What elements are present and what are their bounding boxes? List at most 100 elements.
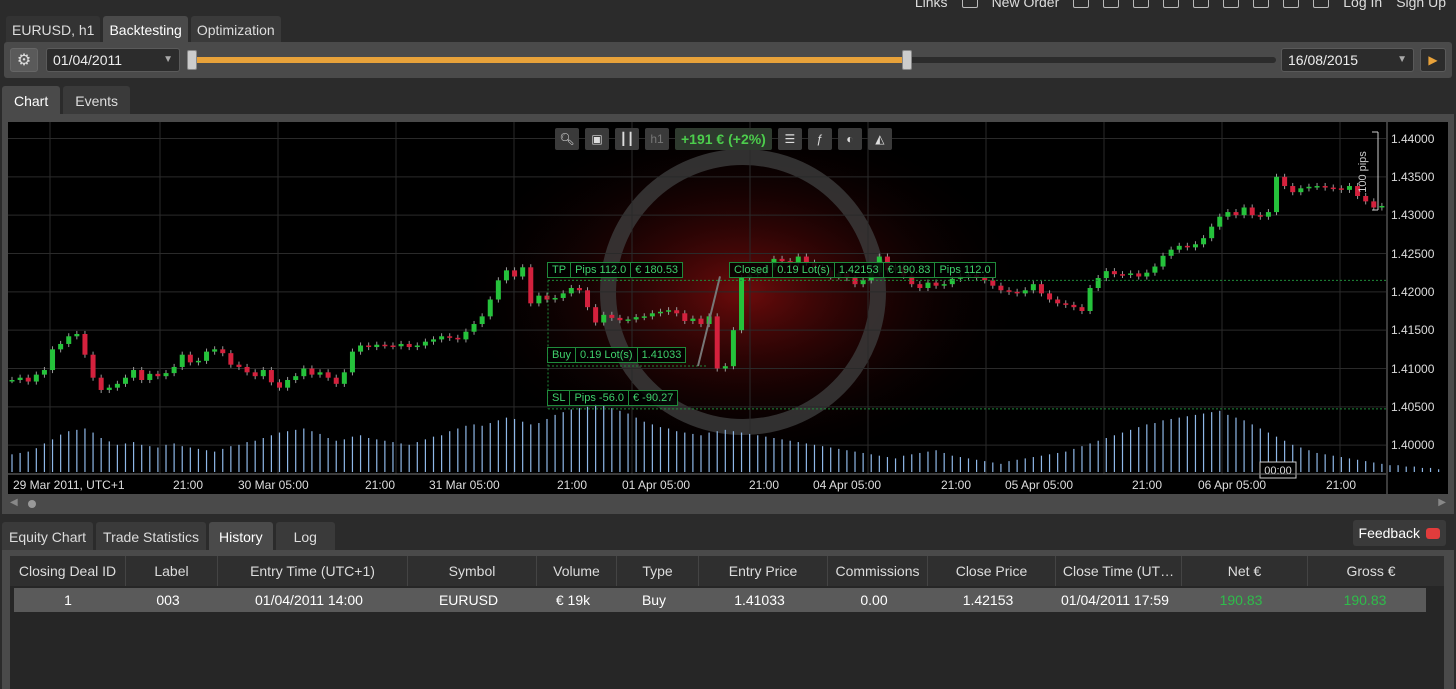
play-button[interactable]: ▶: [1420, 48, 1446, 72]
column-header[interactable]: Gross €: [1308, 556, 1434, 586]
candle-body: [455, 337, 461, 340]
column-header[interactable]: Entry Price: [699, 556, 828, 586]
candle-body: [1363, 196, 1369, 202]
candles-icon[interactable]: ┃┃: [615, 128, 639, 150]
toolbar-icon-8[interactable]: [1283, 0, 1300, 8]
column-header[interactable]: Close Price: [928, 556, 1056, 586]
tab-log[interactable]: Log: [275, 522, 335, 550]
candle-body: [1184, 245, 1190, 248]
candle-body: [544, 295, 550, 300]
x-tick-label: 21:00: [557, 478, 588, 492]
zoom-icon[interactable]: 🔍︎: [555, 128, 579, 150]
table-row[interactable]: 1 003 01/04/2011 14:00 EURUSD € 19k Buy …: [14, 588, 1426, 612]
tab-symbol[interactable]: EURUSD, h1: [6, 16, 101, 42]
candle-body: [147, 373, 153, 380]
price-chart[interactable]: 100 pips 00:00: [8, 122, 1448, 494]
feedback-button[interactable]: Feedback: [1352, 520, 1446, 546]
candle-body: [1322, 186, 1328, 188]
tab-history[interactable]: History: [209, 522, 273, 550]
x-tick-label: 21:00: [749, 478, 780, 492]
candle-body: [1144, 272, 1150, 277]
sign-up-link[interactable]: Sign Up: [1396, 0, 1446, 10]
column-header[interactable]: Close Time (UT…: [1056, 556, 1182, 586]
column-header[interactable]: Entry Time (UTC+1): [218, 556, 408, 586]
candle-body: [674, 310, 680, 314]
column-header[interactable]: Label: [126, 556, 218, 586]
column-header[interactable]: Type: [617, 556, 699, 586]
list-icon[interactable]: ☰: [777, 128, 802, 150]
cell-net: 190.83: [1219, 592, 1263, 608]
candle-body: [739, 278, 745, 331]
candle-body: [220, 349, 226, 354]
chart-settings-icon[interactable]: ▣: [585, 128, 609, 150]
toolbar-icon-7[interactable]: [1253, 0, 1270, 8]
profit-badge: +191 € (+2%): [675, 128, 772, 150]
candle-body: [139, 370, 145, 380]
closed-amount: € 190.83: [884, 263, 936, 277]
toolbar-icon-5[interactable]: [1193, 0, 1210, 8]
column-header[interactable]: Net €: [1182, 556, 1308, 586]
end-date-select[interactable]: 16/08/2015 ▼: [1281, 48, 1414, 72]
closed-tag: Closed: [730, 263, 774, 277]
log-in-link[interactable]: Log In: [1343, 0, 1382, 10]
x-tick-label: 06 Apr 05:00: [1198, 478, 1267, 492]
candle-body: [495, 280, 501, 300]
closed-pips: Pips 112.0: [939, 264, 991, 276]
candle-body: [17, 377, 23, 380]
slider-start-handle[interactable]: [187, 50, 197, 70]
candle-body: [1314, 186, 1320, 188]
column-header[interactable]: Symbol: [408, 556, 537, 586]
tab-events[interactable]: Events: [63, 86, 131, 114]
candle-body: [1265, 212, 1271, 217]
candle-body: [317, 372, 323, 375]
candle-body: [1201, 238, 1207, 245]
toolbar-icon-1[interactable]: [1073, 0, 1090, 8]
toolbar-icon-4[interactable]: [1163, 0, 1180, 8]
tab-equity-chart[interactable]: Equity Chart: [2, 522, 94, 550]
column-header[interactable]: Commissions: [828, 556, 928, 586]
candle-body: [309, 368, 315, 375]
tab-optimization[interactable]: Optimization: [190, 16, 281, 42]
toolbar-icon-2[interactable]: [1103, 0, 1120, 8]
scroll-thumb[interactable]: [28, 500, 36, 508]
links-menu[interactable]: Links: [915, 0, 948, 10]
cell-close-price: 1.42153: [962, 592, 1014, 608]
column-header[interactable]: Closing Deal ID: [10, 556, 126, 586]
timeframe-icon[interactable]: h1: [645, 128, 669, 150]
candle-body: [1217, 216, 1223, 227]
candlestick-chart-svg: 100 pips 00:00: [8, 122, 1440, 494]
cell-label: 003: [156, 592, 180, 608]
candle-body: [714, 316, 720, 369]
function-icon[interactable]: ƒ: [807, 128, 832, 150]
toolbar-icon-3[interactable]: [1133, 0, 1150, 8]
tab-backtesting[interactable]: Backtesting: [103, 16, 188, 42]
start-date-select[interactable]: 01/04/2011 ▼: [46, 48, 180, 72]
robot-icon[interactable]: ◭: [867, 128, 892, 150]
toolbar-icon-9[interactable]: [1313, 0, 1330, 8]
scroll-right-icon[interactable]: ▶: [1438, 497, 1446, 508]
candle-body: [576, 288, 582, 291]
date-range-slider[interactable]: [187, 50, 1276, 70]
slider-end-handle[interactable]: [901, 50, 912, 70]
candle-body: [131, 370, 137, 378]
candle-body: [1006, 290, 1012, 292]
settings-gear-icon[interactable]: ⚙: [10, 48, 38, 72]
x-tick-label: 05 Apr 05:00: [1005, 478, 1074, 492]
candle-body: [1225, 212, 1231, 217]
candle-body: [439, 336, 445, 340]
scroll-left-icon[interactable]: ◀: [10, 497, 18, 508]
tab-chart[interactable]: Chart: [2, 86, 61, 114]
candle-body: [1282, 176, 1288, 187]
chart-scrollbar[interactable]: ◀ ▶: [8, 497, 1448, 511]
column-header[interactable]: Volume: [537, 556, 617, 586]
candle-body: [1192, 244, 1198, 248]
candle-body: [349, 351, 355, 373]
object-icon[interactable]: ◐: [837, 128, 862, 150]
toolbar-icon-6[interactable]: [1223, 0, 1240, 8]
x-tick-label: 21:00: [1132, 478, 1163, 492]
candle-body: [568, 288, 574, 294]
candle-body: [212, 349, 218, 352]
new-order-button[interactable]: New Order: [992, 0, 1060, 10]
candle-body: [1338, 188, 1344, 190]
tab-trade-statistics[interactable]: Trade Statistics: [96, 522, 207, 550]
